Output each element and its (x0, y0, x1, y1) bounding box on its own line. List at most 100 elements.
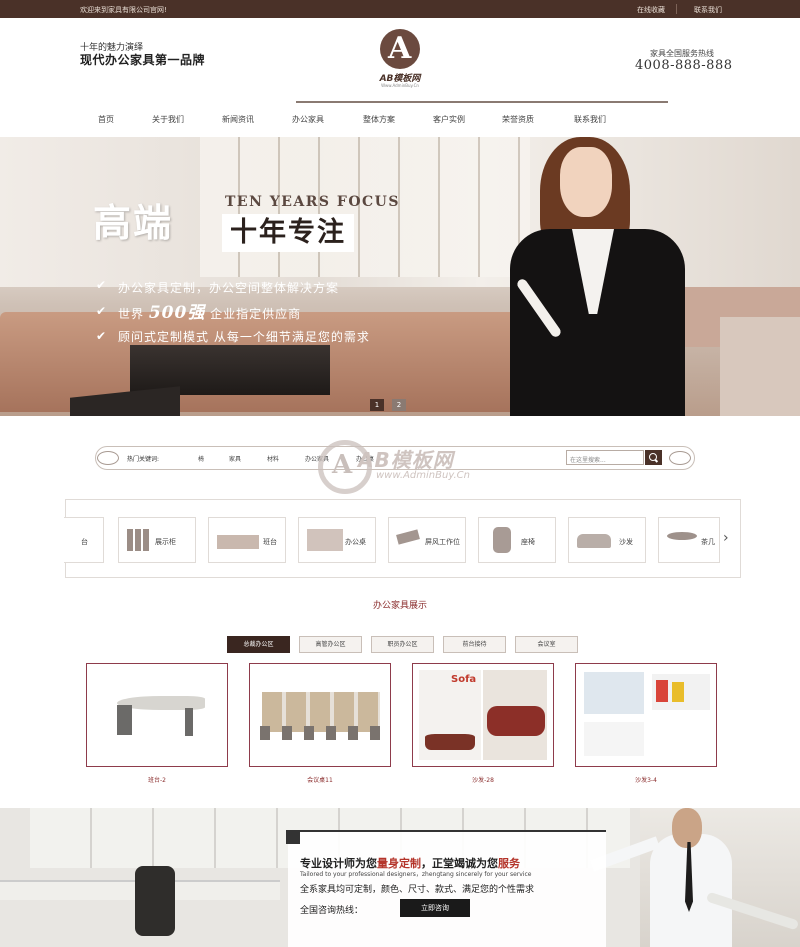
category-item-workstation[interactable]: 屏风工作位 (388, 517, 466, 563)
service-hotline-label: 全国咨询热线： (300, 906, 364, 916)
product-card[interactable]: Sofa (412, 663, 554, 767)
office-desk-icon (307, 529, 343, 551)
keyword-link[interactable]: 材料 (267, 454, 279, 463)
banner-page-1[interactable]: 1 (370, 399, 384, 411)
product-card[interactable] (86, 663, 228, 767)
tab-meeting[interactable]: 会议室 (515, 636, 578, 653)
category-item-sofa[interactable]: 沙发 (568, 517, 646, 563)
category-item-partial[interactable]: 台 (64, 517, 104, 563)
banner-line-2-bold: 500强 (148, 303, 206, 323)
product-name[interactable]: 班台-2 (86, 775, 228, 784)
category-item-display-cabinet[interactable]: 展示柜 (118, 517, 196, 563)
tab-reception[interactable]: 前台接待 (443, 636, 506, 653)
product-red-chair (656, 680, 668, 702)
slogan-big: 现代办公家具第一品牌 (80, 53, 206, 67)
sofa-icon (577, 534, 611, 548)
ornament-left-icon (97, 451, 119, 465)
product-name[interactable]: 沙发3-4 (575, 775, 717, 784)
topbar-divider (676, 4, 677, 14)
main-nav: 首页 关于我们 新闻资讯 办公家具 整体方案 客户实例 荣誉资质 联系我们 (80, 114, 720, 128)
product-cabinet-shape (117, 705, 132, 735)
favorite-link[interactable]: 在线收藏 (637, 5, 665, 15)
category-item-chair[interactable]: 座椅 (478, 517, 556, 563)
service-bg-chair (135, 866, 175, 936)
product-chairs-shape (260, 726, 380, 740)
nav-item-news[interactable]: 新闻资讯 (222, 114, 254, 125)
banner-line-1: 办公家具定制，办公空间整体解决方案 (118, 281, 340, 295)
consult-button[interactable]: 立即咨询 (400, 899, 470, 917)
service-description: 全系家具均可定制，颜色、尺寸、款式、满足您的个性需求 (300, 885, 535, 895)
nav-item-honors[interactable]: 荣誉资质 (502, 114, 534, 125)
watermark-logo: A AB模板网 www.AdminBuy.Cn (318, 436, 518, 496)
category-label: 班台 (263, 538, 277, 546)
tab-senior[interactable]: 高管办公区 (299, 636, 362, 653)
keyword-link[interactable]: 家具 (229, 454, 241, 463)
banner-page-2[interactable]: 2 (392, 399, 406, 411)
product-name[interactable]: 沙发-28 (412, 775, 554, 784)
nav-item-contact[interactable]: 联系我们 (574, 114, 606, 125)
category-label: 座椅 (521, 538, 535, 546)
category-label: 茶几 (701, 538, 715, 546)
carousel-next-icon[interactable]: › (723, 530, 729, 546)
banner-title: 高端 (93, 201, 174, 245)
search-icon[interactable] (645, 450, 662, 465)
nav-item-solutions[interactable]: 整体方案 (363, 114, 395, 125)
search-input[interactable]: 在这里搜索... (566, 450, 644, 465)
welcome-text: 欢迎来到家具有限公司官网! (80, 6, 167, 14)
nav-item-about[interactable]: 关于我们 (152, 114, 184, 125)
category-item-tea-table[interactable]: 茶几 (658, 517, 720, 563)
contact-link[interactable]: 联系我们 (694, 5, 722, 15)
category-carousel: ‹ › 台 展示柜 班台 办公桌 屏风工作位 座椅 沙发 茶几 (64, 499, 741, 578)
product-photo-1 (584, 672, 644, 714)
nav-item-home[interactable]: 首页 (98, 114, 114, 125)
product-leg-shape (185, 708, 193, 736)
nav-item-cases[interactable]: 客户实例 (433, 114, 465, 125)
watermark-url: www.AdminBuy.Cn (376, 470, 470, 481)
model-face (560, 147, 612, 217)
check-icon: ✔ (96, 329, 107, 343)
desk-icon (217, 535, 259, 549)
product-sofa-large (487, 706, 545, 736)
hot-keywords-label: 热门关键词: (127, 456, 160, 463)
category-label: 办公桌 (345, 538, 366, 546)
service-english: Tailored to your professional designers，… (300, 871, 532, 878)
banner-chair-base (720, 317, 800, 416)
product-photo-3 (584, 722, 644, 756)
tab-staff[interactable]: 职员办公区 (371, 636, 434, 653)
watermark-text: AB模板网 (358, 448, 454, 472)
product-card[interactable] (249, 663, 391, 767)
category-item-office-desk[interactable]: 办公桌 (298, 517, 376, 563)
cabinet-icon (127, 529, 151, 551)
hotline-number: 4008-888-888 (635, 58, 733, 73)
banner-line-2-post: 企业指定供应商 (210, 307, 302, 321)
banner-line-3: 顾问式定制模式 从每一个细节满足您的需求 (118, 330, 370, 344)
category-label: 屏风工作位 (425, 538, 460, 546)
check-icon: ✔ (96, 304, 107, 318)
category-label: 台 (81, 538, 88, 546)
product-yellow-chair (672, 682, 684, 702)
banner-line-2: 世界 500强 企业指定供应商 (118, 298, 301, 323)
nav-item-office-furniture[interactable]: 办公家具 (292, 114, 324, 125)
category-label: 展示柜 (155, 538, 176, 546)
box-corner (286, 830, 300, 844)
keyword-link[interactable]: 椅 (198, 454, 204, 463)
check-icon: ✔ (96, 278, 107, 292)
tab-executive[interactable]: 总裁办公区 (227, 636, 290, 653)
banner-line-2-pre: 世界 (118, 307, 145, 321)
header-divider (296, 101, 668, 103)
logo-subtext: Www.AdminBuy.Cn (381, 83, 419, 88)
chair-icon (493, 527, 511, 553)
category-item-boss-desk[interactable]: 班台 (208, 517, 286, 563)
product-name[interactable]: 会议桌11 (249, 775, 391, 784)
product-card[interactable] (575, 663, 717, 767)
logo-icon[interactable]: A (380, 29, 420, 69)
product-sofa-label: Sofa (451, 674, 477, 685)
banner-ten-years: 十年专注 (222, 214, 354, 252)
product-sofa-small (425, 734, 475, 750)
man-head (672, 808, 702, 848)
hero-banner[interactable] (0, 137, 800, 416)
workstation-icon (396, 529, 420, 545)
showcase-title: 办公家具展示 (372, 601, 427, 611)
ornament-right-icon (669, 451, 691, 465)
banner-english: TEN YEARS FOCUS (225, 194, 401, 210)
